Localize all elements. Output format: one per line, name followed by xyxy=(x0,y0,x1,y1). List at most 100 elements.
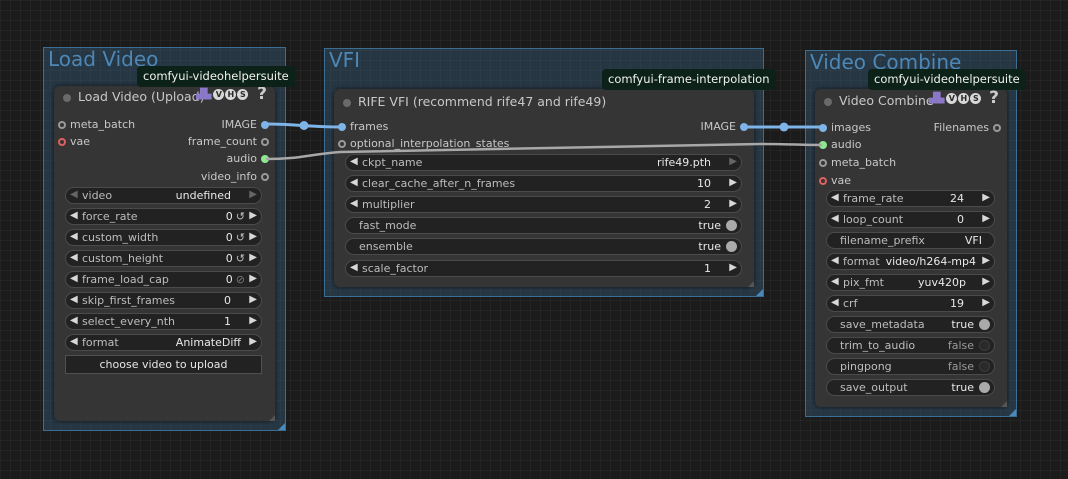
reset-icon[interactable]: ↺ xyxy=(236,210,245,223)
decrement-arrow-icon[interactable]: ◀ xyxy=(350,177,358,188)
upload-video-button[interactable]: choose video to upload xyxy=(65,355,262,374)
decrement-arrow-icon[interactable]: ◀ xyxy=(350,198,358,209)
increment-arrow-icon[interactable]: ▶ xyxy=(249,315,257,326)
load-video-node[interactable]: Load Video (Upload) ▟▙ V H S ? meta_batch v… xyxy=(54,84,275,421)
increment-arrow-icon[interactable]: ▶ xyxy=(249,273,257,284)
node-title-bar[interactable]: Load Video (Upload) ▟▙ V H S ? xyxy=(54,84,275,108)
widget-custom-width[interactable]: ◀ custom_width 0 ↺ ▶ xyxy=(65,229,262,246)
input-pin[interactable] xyxy=(819,141,827,149)
input-meta-batch[interactable]: meta_batch xyxy=(58,118,135,132)
increment-arrow-icon[interactable]: ▶ xyxy=(249,231,257,242)
widget-custom-height[interactable]: ◀ custom_height 0 ↺ ▶ xyxy=(65,250,262,267)
increment-arrow-icon[interactable]: ▶ xyxy=(249,252,257,263)
output-pin[interactable] xyxy=(261,138,269,146)
widget-format[interactable]: ◀ format AnimateDiff ▶ xyxy=(65,334,262,351)
toggle-knob-icon[interactable] xyxy=(979,382,990,393)
decrement-arrow-icon[interactable]: ◀ xyxy=(350,156,358,167)
output-image[interactable]: IMAGE xyxy=(700,120,748,134)
increment-arrow-icon[interactable]: ▶ xyxy=(249,189,257,200)
disabled-icon[interactable]: ⊘ xyxy=(236,273,245,286)
collapse-dot[interactable] xyxy=(343,99,351,107)
input-pin[interactable] xyxy=(819,124,827,132)
widget-clear-cache-after-n-frames[interactable]: ◀ clear_cache_after_n_frames 10 ▶ xyxy=(345,175,742,192)
widget-ckpt-name[interactable]: ◀ ckpt_name rife49.pth ▶ xyxy=(345,154,742,171)
increment-arrow-icon[interactable]: ▶ xyxy=(729,198,737,209)
widget-frame-load-cap[interactable]: ◀ frame_load_cap 0 ⊘ ▶ xyxy=(65,271,262,288)
input-pin[interactable] xyxy=(819,159,827,167)
toggle-save-output[interactable]: save_output true xyxy=(826,379,995,396)
decrement-arrow-icon[interactable]: ◀ xyxy=(831,213,839,224)
input-vae[interactable]: vae xyxy=(819,174,851,188)
widget-skip-first-frames[interactable]: ◀ skip_first_frames 0 ▶ xyxy=(65,292,262,309)
toggle-knob-icon[interactable] xyxy=(726,220,737,231)
toggle-save-metadata[interactable]: save_metadata true xyxy=(826,316,995,333)
widget-frame-rate[interactable]: ◀ frame_rate 24 ▶ xyxy=(826,190,995,207)
decrement-arrow-icon[interactable]: ◀ xyxy=(70,273,78,284)
output-frame-count[interactable]: frame_count xyxy=(188,135,269,149)
toggle-knob-icon[interactable] xyxy=(979,340,990,351)
widget-pix-fmt[interactable]: ◀ pix_fmt yuv420p ▶ xyxy=(826,274,995,291)
wire-midpoint-image-2[interactable] xyxy=(779,122,789,132)
output-pin[interactable] xyxy=(740,123,748,131)
node-title-bar[interactable]: RIFE VFI (recommend rife47 and rife49) xyxy=(334,91,754,113)
increment-arrow-icon[interactable]: ▶ xyxy=(249,336,257,347)
toggle-fast-mode[interactable]: fast_mode true xyxy=(345,217,742,234)
output-video-info[interactable]: video_info xyxy=(201,170,269,184)
help-icon[interactable]: ? xyxy=(989,88,999,108)
toggle-ensemble[interactable]: ensemble true xyxy=(345,238,742,255)
decrement-arrow-icon[interactable]: ◀ xyxy=(70,189,78,200)
widget-select-every-nth[interactable]: ◀ select_every_nth 1 ▶ xyxy=(65,313,262,330)
wire-midpoint-image-1[interactable] xyxy=(299,121,309,130)
output-pin[interactable] xyxy=(261,155,269,163)
increment-arrow-icon[interactable]: ▶ xyxy=(982,276,990,287)
node-resize-handle[interactable] xyxy=(269,415,275,421)
toggle-knob-icon[interactable] xyxy=(979,319,990,330)
node-title-bar[interactable]: Video Combine ▟▙ V H S ? xyxy=(815,88,1007,112)
input-pin[interactable] xyxy=(338,123,346,131)
input-vae[interactable]: vae xyxy=(58,135,90,149)
group-resize-handle[interactable] xyxy=(1009,409,1016,416)
decrement-arrow-icon[interactable]: ◀ xyxy=(70,315,78,326)
increment-arrow-icon[interactable]: ▶ xyxy=(982,255,990,266)
decrement-arrow-icon[interactable]: ◀ xyxy=(831,297,839,308)
group-resize-handle[interactable] xyxy=(756,289,763,296)
input-audio[interactable]: audio xyxy=(819,138,861,152)
output-pin[interactable] xyxy=(261,121,269,129)
toggle-knob-icon[interactable] xyxy=(979,361,990,372)
collapse-dot[interactable] xyxy=(63,94,71,102)
increment-arrow-icon[interactable]: ▶ xyxy=(982,192,990,203)
input-pin[interactable] xyxy=(819,177,827,185)
widget-force-rate[interactable]: ◀ force_rate 0 ↺ ▶ xyxy=(65,208,262,225)
decrement-arrow-icon[interactable]: ◀ xyxy=(350,262,358,273)
group-resize-handle[interactable] xyxy=(278,423,285,430)
reset-icon[interactable]: ↺ xyxy=(236,252,245,265)
rife-vfi-node[interactable]: RIFE VFI (recommend rife47 and rife49) f… xyxy=(334,89,754,287)
toggle-knob-icon[interactable] xyxy=(726,241,737,252)
output-filenames[interactable]: Filenames xyxy=(934,121,1001,135)
help-icon[interactable]: ? xyxy=(257,84,267,104)
decrement-arrow-icon[interactable]: ◀ xyxy=(70,231,78,242)
decrement-arrow-icon[interactable]: ◀ xyxy=(831,255,839,266)
reset-icon[interactable]: ↺ xyxy=(236,231,245,244)
decrement-arrow-icon[interactable]: ◀ xyxy=(70,252,78,263)
output-audio[interactable]: audio xyxy=(227,152,269,166)
video-combine-node[interactable]: Video Combine ▟▙ V H S ? images audio meta_… xyxy=(815,88,1007,407)
widget-video[interactable]: ◀ video undefined ▶ xyxy=(65,187,262,204)
output-pin[interactable] xyxy=(993,124,1001,132)
node-resize-handle[interactable] xyxy=(1001,401,1007,407)
input-pin[interactable] xyxy=(338,140,346,148)
increment-arrow-icon[interactable]: ▶ xyxy=(249,294,257,305)
input-pin[interactable] xyxy=(58,138,66,146)
increment-arrow-icon[interactable]: ▶ xyxy=(729,262,737,273)
increment-arrow-icon[interactable]: ▶ xyxy=(982,213,990,224)
input-pin[interactable] xyxy=(58,121,66,129)
widget-format[interactable]: ◀ format video/h264-mp4 ▶ xyxy=(826,253,995,270)
input-filename-prefix[interactable]: filename_prefix VFI xyxy=(826,232,995,249)
output-image[interactable]: IMAGE xyxy=(221,118,269,132)
decrement-arrow-icon[interactable]: ◀ xyxy=(831,192,839,203)
decrement-arrow-icon[interactable]: ◀ xyxy=(70,294,78,305)
toggle-pingpong[interactable]: pingpong false xyxy=(826,358,995,375)
output-pin[interactable] xyxy=(261,173,269,181)
input-optional-interpolation-states[interactable]: optional_interpolation_states xyxy=(338,137,509,151)
input-images[interactable]: images xyxy=(819,121,871,135)
